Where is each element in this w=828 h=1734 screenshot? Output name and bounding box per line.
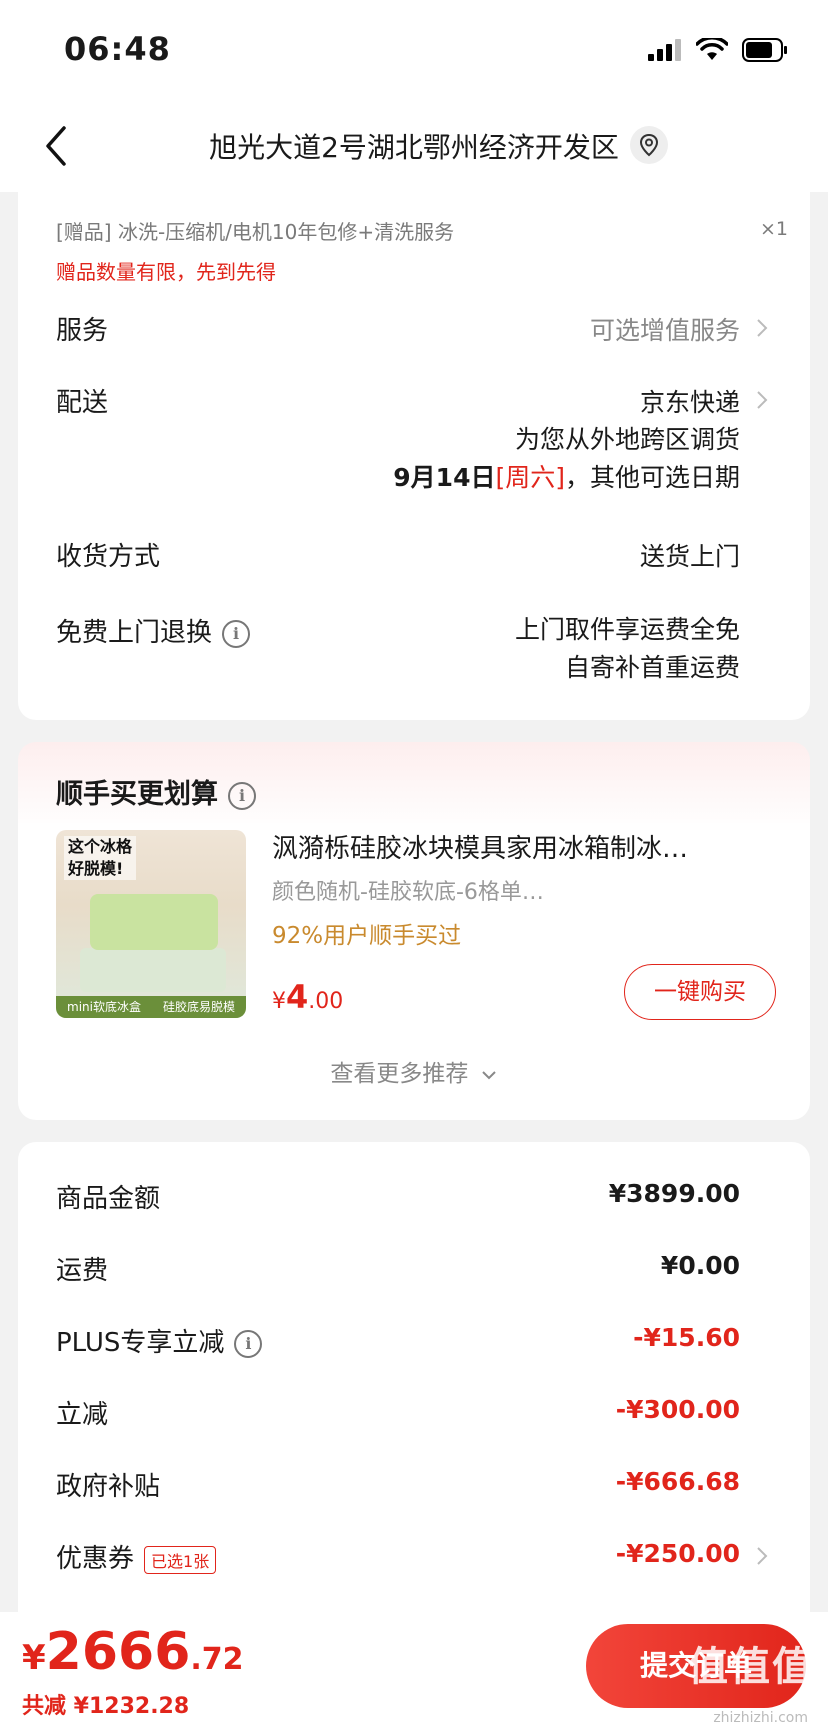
image-tag-line1: 这个冰格 xyxy=(68,837,133,856)
price-symbol: ¥ xyxy=(272,989,286,1014)
product-spec[interactable]: 颜色随机-硅胶软底-6格单… xyxy=(272,874,544,906)
product-stat: 92%用户顺手买过 xyxy=(272,923,462,949)
plus-discount-text: PLUS专享立减 xyxy=(56,1328,225,1358)
instant-discount-label: 立减 xyxy=(56,1400,109,1430)
goods-amount-value: ¥3899.00 xyxy=(608,1179,740,1208)
delivery-date: 9月14日 xyxy=(393,463,496,492)
wifi-icon xyxy=(696,38,728,60)
total-decimal: .72 xyxy=(190,1642,244,1677)
checkout-bar: ¥2666.72 共减 ¥1232.28 提交订单 值值值 zhizhizhi.… xyxy=(0,1612,828,1734)
more-recommendations[interactable]: 查看更多推荐 xyxy=(18,1054,810,1088)
nav-bar: 旭光大道2号湖北鄂州经济开发区 xyxy=(0,100,828,192)
receive-label: 收货方式 xyxy=(56,542,161,572)
total-price: ¥2666.72 xyxy=(22,1622,244,1682)
delivery-carrier[interactable]: 京东快递 xyxy=(640,383,740,419)
ice-tray-base xyxy=(80,948,226,992)
plus-discount-label: PLUS专享立减 i xyxy=(56,1322,263,1359)
free-return-text: 免费上门退换 xyxy=(56,618,213,648)
more-recommendations-label: 查看更多推荐 xyxy=(330,1061,469,1087)
delivery-weekday: [周六] xyxy=(495,463,565,492)
battery-icon xyxy=(742,38,787,62)
status-bar: 06:48 xyxy=(0,0,828,100)
gift-text: [赠品] 冰洗-压缩机/电机10年包修+清洗服务 xyxy=(56,220,455,244)
delivery-date-line[interactable]: 9月14日[周六]，其他可选日期 xyxy=(393,458,740,494)
image-footer-right: 硅胶底易脱模 xyxy=(162,1000,235,1014)
chevron-right-icon[interactable] xyxy=(756,1546,768,1566)
price-integer: 4 xyxy=(286,978,309,1016)
addon-card: 顺手买更划算 i 这个冰格 好脱模! mini软底冰盒 硅胶底易脱模 沨漪栎硅胶冰… xyxy=(18,742,810,1120)
chevron-right-icon[interactable] xyxy=(756,318,768,338)
info-icon[interactable]: i xyxy=(234,1329,263,1358)
total-integer: 2666 xyxy=(45,1622,191,1682)
watermark-url: zhizhizhi.com xyxy=(713,1710,808,1726)
gift-quantity: ×1 xyxy=(759,218,788,240)
price-summary-card: 商品金额 ¥3899.00 运费 ¥0.00 PLUS专享立减 i -¥15.60… xyxy=(18,1142,810,1612)
shipping-label: 运费 xyxy=(56,1256,109,1286)
product-price: ¥4.00 xyxy=(272,978,343,1016)
image-footer-left: mini软底冰盒 xyxy=(67,1000,141,1014)
signal-icon xyxy=(648,39,681,61)
watermark: 值值值 xyxy=(688,1644,814,1690)
service-value[interactable]: 可选增值服务 xyxy=(590,311,740,347)
shipping-value: ¥0.00 xyxy=(660,1251,740,1280)
product-title[interactable]: 沨漪栎硅胶冰块模具家用冰箱制冰… xyxy=(272,828,688,865)
coupon-value[interactable]: -¥250.00 xyxy=(616,1539,740,1568)
receive-value: 送货上门 xyxy=(639,542,740,571)
coupon-label[interactable]: 优惠券 已选1张 xyxy=(56,1538,217,1575)
free-return-line1: 上门取件享运费全免 xyxy=(514,615,740,644)
gov-subsidy-label: 政府补贴 xyxy=(56,1472,161,1502)
addon-title: 顺手买更划算 i xyxy=(56,772,256,811)
goods-amount-label: 商品金额 xyxy=(56,1184,161,1214)
coupon-badge: 已选1张 xyxy=(144,1545,217,1574)
image-footer: mini软底冰盒 硅胶底易脱模 xyxy=(56,996,246,1018)
info-icon[interactable]: i xyxy=(222,619,251,648)
delivery-label: 配送 xyxy=(56,388,109,418)
system-icons xyxy=(648,38,788,62)
total-saved: 共减 ¥1232.28 xyxy=(22,1694,190,1719)
delivery-date-suffix: ，其他可选日期 xyxy=(564,463,740,492)
free-return-label: 免费上门退换 i xyxy=(56,612,251,649)
image-tag-line2: 好脱模! xyxy=(68,859,124,878)
delivery-address[interactable]: 旭光大道2号湖北鄂州经济开发区 xyxy=(0,126,828,166)
service-label: 服务 xyxy=(56,316,109,346)
free-return-line2: 自寄补首重运费 xyxy=(564,653,740,682)
location-pin-icon[interactable] xyxy=(630,126,668,164)
gov-subsidy-value: -¥666.68 xyxy=(615,1467,740,1496)
product-image[interactable]: 这个冰格 好脱模! mini软底冰盒 硅胶底易脱模 xyxy=(56,830,246,1018)
coupon-text: 优惠券 xyxy=(56,1544,135,1574)
chevron-down-icon xyxy=(481,1070,496,1079)
price-decimal: .00 xyxy=(308,989,344,1014)
image-tag: 这个冰格 好脱模! xyxy=(64,836,137,880)
instant-discount-value: -¥300.00 xyxy=(615,1395,740,1424)
delivery-note: 为您从外地跨区调货 xyxy=(514,425,740,454)
total-symbol: ¥ xyxy=(22,1638,46,1678)
order-detail-card: [赠品] 冰洗-压缩机/电机10年包修+清洗服务 ×1 赠品数量有限，先到先得 … xyxy=(18,180,810,720)
status-time: 06:48 xyxy=(64,30,171,68)
plus-discount-value: -¥15.60 xyxy=(633,1323,740,1352)
one-click-buy-button[interactable]: 一键购买 xyxy=(624,964,776,1020)
chevron-right-icon[interactable] xyxy=(756,390,768,410)
addon-title-text: 顺手买更划算 xyxy=(56,779,218,810)
gift-warning: 赠品数量有限，先到先得 xyxy=(56,260,276,284)
info-icon[interactable]: i xyxy=(228,781,256,810)
ice-tray xyxy=(90,894,218,950)
